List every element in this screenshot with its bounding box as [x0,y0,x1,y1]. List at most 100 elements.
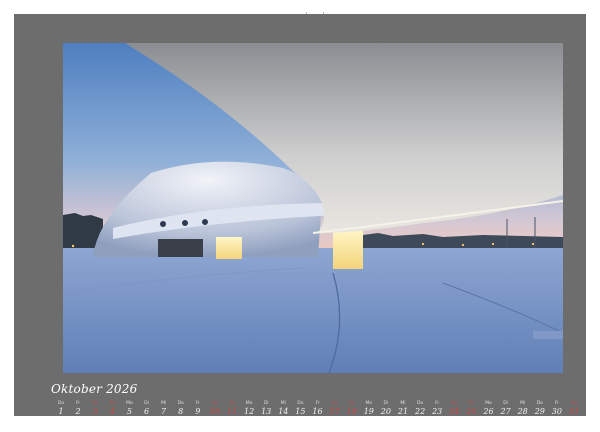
calendar-day: Mi 28 [514,401,532,417]
calendar-day: Fr 9 [189,401,207,417]
weekday-label: Mo [245,401,253,406]
calendar-day: Do 1 [52,401,70,417]
weekday-label: Mi [280,401,286,406]
calendar-day: Fr 23 [428,401,446,417]
calendar-day: Fr 30 [548,401,566,417]
calendar-day: Sa 17 [326,401,344,417]
day-number: 9 [195,407,201,416]
calendar-day: Sa 10 [206,401,224,417]
day-number: 11 [226,407,238,416]
weekday-label: Di [144,401,149,406]
calendar-day: Do 22 [411,401,429,417]
day-number: 14 [278,407,289,416]
day-number: 4 [109,407,115,416]
weekday-label: Fr [315,401,320,406]
weekday-label: Fr [435,401,440,406]
weekday-label: Di [503,401,508,406]
day-number: 20 [380,407,391,416]
day-number: 28 [517,407,528,416]
calendar-day: Fr 16 [309,401,327,417]
weekday-label: Do [177,401,184,406]
weekday-label: Sa [92,401,98,406]
day-number: 8 [178,407,184,416]
weekday-label: Mo [126,401,133,406]
calendar-day: Mi 14 [274,401,292,417]
day-number: 10 [209,407,220,416]
day-number: 6 [143,407,150,416]
weekday-label: So [468,401,475,406]
calendar-page: Oktober 2026 Do 1 Fr 2 Sa 3 So 4 Mo 5 Di 6 Mi 7 Do 8 Fr 9… [14,14,586,416]
weekday-label: Mi [520,401,526,406]
day-number: 21 [397,407,409,416]
day-number: 24 [449,407,460,416]
day-number: 13 [261,407,272,416]
weekday-label: Fr [195,401,200,406]
calendar-day: Mi 21 [394,401,412,417]
day-number: 3 [92,407,98,416]
calendar-day: Di 13 [257,401,275,417]
weekday-label: Fr [554,401,559,406]
day-number: 30 [551,407,562,416]
day-number: 26 [483,407,494,416]
calendar-day: So 11 [223,401,241,417]
architecture-photo [63,43,563,373]
calendar-day: Mo 12 [240,401,258,417]
day-number: 23 [432,407,443,416]
calendar-day: Sa 3 [86,401,104,417]
day-number: 27 [500,407,511,416]
day-number: 5 [126,407,132,416]
calendar-day: So 4 [103,401,121,417]
calendar-day: Do 8 [172,401,190,417]
calendar-day: Fr 2 [69,401,87,417]
day-number: 25 [466,407,477,416]
weekday-label: Sa [571,401,577,406]
calendar-day: Sa 24 [445,401,463,417]
lit-pillar-left [216,237,242,259]
weekday-label: Do [416,401,424,406]
day-number: 12 [244,407,255,416]
day-number: 31 [568,407,580,416]
calendar-day: Di 20 [377,401,395,417]
weekday-label: Do [297,401,304,406]
calendar-day: Mi 7 [155,401,173,417]
weekday-label: Mo [365,401,373,406]
calendar-day: Mo 19 [360,401,378,417]
lit-pillar-right [333,229,363,269]
day-number: 18 [346,407,357,416]
calendar-day: So 25 [462,401,480,417]
calendar-day: Di 27 [497,401,515,417]
weekday-label: Do [57,401,65,406]
day-number: 2 [75,407,81,416]
weekday-label: Sa [451,401,458,406]
weekday-label: So [109,401,116,406]
calendar-day: Do 29 [531,401,549,417]
day-number: 29 [534,407,545,416]
calendar-day: Mo 5 [120,401,138,417]
calendar-day: Di 6 [138,401,156,417]
day-number: 19 [363,407,374,416]
weekday-label: Sa [212,401,218,406]
weekday-label: Sa [331,401,338,406]
plaza-floor [63,248,563,373]
day-row: Do 1 Fr 2 Sa 3 So 4 Mo 5 Di 6 Mi 7 Do 8 Fr 9 Sa 10 So 11 Mo 12 D… [52,401,582,423]
weekday-label: So [229,401,235,406]
weekday-label: Mi [400,401,406,406]
calendar-day: So 18 [343,401,361,417]
weekday-label: Fr [76,401,81,406]
weekday-label: So [348,401,355,406]
weekday-label: Mi [161,401,167,406]
calendar-day: Mo 26 [480,401,498,417]
weekday-label: Do [536,401,543,406]
weekday-label: Di [263,401,269,406]
month-title: Oktober 2026 [51,382,138,396]
calendar-day: Do 15 [291,401,309,417]
day-number: 16 [312,407,323,416]
day-number: 7 [161,407,167,416]
day-number: 22 [415,407,426,416]
day-number: 17 [329,407,340,416]
day-number: 15 [295,407,306,416]
weekday-label: Di [383,401,389,406]
calendar-day: Sa 31 [565,401,583,417]
day-number: 1 [58,407,64,416]
weekday-label: Mo [485,401,492,406]
